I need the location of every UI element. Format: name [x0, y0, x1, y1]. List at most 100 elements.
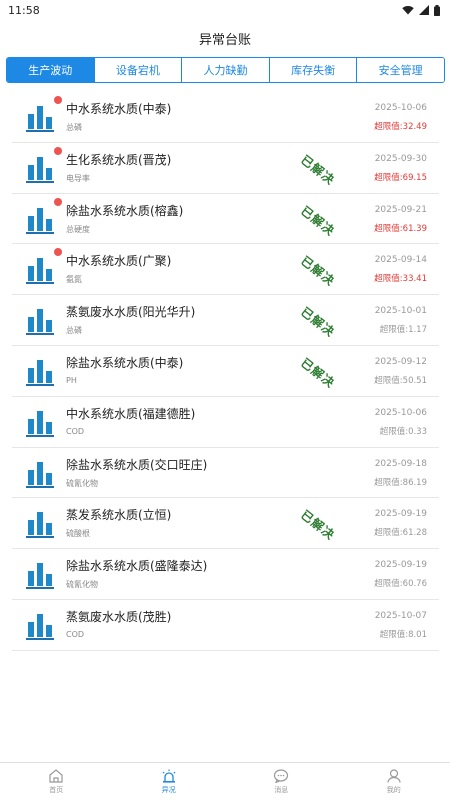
item-parameter: 总磷: [66, 123, 82, 132]
item-limit-value: 超限值:61.28: [374, 528, 427, 539]
page-title: 异常台账: [198, 32, 251, 48]
list-item[interactable]: 中水系统水质(中泰) 总磷 2025-10-06 超限值:32.49: [12, 92, 439, 143]
item-date: 2025-10-06: [374, 407, 427, 418]
nav-alarm[interactable]: 异况: [113, 763, 226, 800]
list-item[interactable]: 蒸氨废水水质(茂胜) COD 2025-10-07 超限值:8.01: [12, 600, 439, 651]
wifi-icon: [402, 6, 414, 15]
tab-production-fluctuation[interactable]: 生产波动: [7, 58, 94, 82]
nav-label: 首页: [49, 785, 64, 794]
resolved-stamp: 已解决: [298, 355, 338, 391]
tab-labor-absence[interactable]: 人力缺勤: [181, 58, 269, 82]
anomaly-list: 中水系统水质(中泰) 总磷 2025-10-06 超限值:32.49 生化系统水质(晋茂…: [12, 92, 439, 651]
home-icon: [48, 768, 64, 783]
item-date: 2025-09-18: [374, 458, 427, 469]
unread-dot: [54, 248, 62, 257]
resolved-stamp: 已解决: [298, 203, 338, 239]
item-parameter: 硫酸根: [66, 529, 90, 539]
item-date: 2025-09-14: [374, 255, 427, 266]
list-item[interactable]: 中水系统水质(福建德胜) COD 2025-10-06 超限值:0.33: [12, 397, 439, 448]
item-parameter: 电导率: [66, 173, 90, 183]
bar-chart-icon: [24, 506, 56, 539]
bar-chart-icon: [24, 354, 56, 386]
nav-label: 消息: [274, 785, 289, 794]
list-item[interactable]: 生化系统水质(晋茂) 电导率 已解决 2025-09-30 超限值:69.15: [12, 143, 439, 194]
resolved-stamp: 已解决: [298, 253, 338, 290]
nav-home[interactable]: 首页: [0, 763, 113, 800]
bar-chart-icon: [24, 608, 56, 640]
list-item[interactable]: 除盐水系统水质(榕鑫) 总硬度 已解决 2025-09-21 超限值:61.39: [12, 194, 439, 245]
bar-chart-icon: [24, 151, 56, 183]
item-limit-value: 超限值:8.01: [379, 629, 427, 640]
item-date: 2025-09-19: [374, 509, 427, 520]
item-date: 2025-10-01: [374, 306, 427, 317]
nav-profile[interactable]: 我的: [338, 763, 450, 800]
item-parameter: COD: [66, 426, 85, 436]
alarm-icon: [161, 769, 177, 783]
item-title: 中水系统水质(广聚): [66, 254, 172, 269]
item-parameter: 硫氰化物: [66, 478, 98, 488]
status-icons: [402, 4, 440, 16]
list-item[interactable]: 蒸发系统水质(立恒) 硫酸根 已解决 2025-09-19 超限值:61.28: [12, 498, 439, 550]
item-parameter: 氨氮: [66, 275, 82, 285]
list-item[interactable]: 除盐水系统水质(盛隆泰达) 硫氰化物 2025-09-19 超限值:60.76: [12, 549, 439, 600]
unread-dot: [54, 197, 62, 206]
item-parameter: COD: [66, 629, 85, 639]
item-title: 蒸氨废水水质(阳光华升): [66, 305, 196, 320]
item-limit-value: 超限值:1.17: [379, 325, 427, 336]
resolved-stamp: 已解决: [298, 507, 338, 544]
item-title: 蒸发系统水质(立恒): [66, 508, 172, 523]
item-limit-value: 超限值:60.76: [374, 579, 427, 590]
item-limit-value: 超限值:69.15: [374, 172, 427, 183]
battery-icon: [434, 4, 440, 16]
bar-chart-icon: [24, 202, 56, 234]
bar-chart-icon: [24, 557, 56, 590]
item-parameter: 硫氰化物: [66, 580, 98, 590]
bar-chart-icon: [24, 456, 56, 488]
message-icon: [273, 768, 289, 783]
item-parameter: 总硬度: [66, 224, 90, 234]
item-date: 2025-10-06: [374, 103, 427, 113]
profile-icon: [386, 768, 402, 783]
item-limit-value: 超限值:61.39: [374, 223, 427, 234]
item-title: 中水系统水质(中泰): [66, 102, 172, 116]
list-item[interactable]: 除盐水系统水质(交口旺庄) 硫氰化物 2025-09-18 超限值:86.19: [12, 448, 439, 499]
resolved-stamp: 已解决: [298, 152, 338, 188]
bar-chart-icon: [24, 303, 56, 336]
resolved-stamp: 已解决: [298, 304, 338, 340]
list-item[interactable]: 中水系统水质(广聚) 氨氮 已解决 2025-09-14 超限值:33.41: [12, 244, 439, 296]
bottom-nav: 首页 异况 消息 我的: [0, 762, 450, 800]
tab-equipment-downtime[interactable]: 设备宕机: [93, 58, 182, 82]
item-limit-value: 超限值:50.51: [374, 375, 427, 386]
item-limit-value: 超限值:32.49: [374, 122, 427, 132]
item-date: 2025-09-19: [374, 560, 427, 571]
category-tabs: 生产波动 设备宕机 人力缺勤 库存失衡 安全管理: [6, 57, 445, 83]
item-title: 中水系统水质(福建德胜): [66, 406, 196, 421]
bar-chart-icon: [24, 252, 56, 285]
list-item[interactable]: 除盐水系统水质(中泰) PH 已解决 2025-09-12 超限值:50.51: [12, 346, 439, 397]
item-limit-value: 超限值:86.19: [374, 477, 427, 488]
item-date: 2025-09-12: [374, 356, 427, 367]
item-date: 2025-09-21: [374, 204, 427, 215]
bar-chart-icon: [24, 100, 56, 132]
list-item[interactable]: 蒸氨废水水质(阳光华升) 总磷 已解决 2025-10-01 超限值:1.17: [12, 295, 439, 346]
unread-dot: [54, 96, 62, 104]
unread-dot: [54, 146, 62, 155]
tab-inventory-imbalance[interactable]: 库存失衡: [268, 58, 357, 82]
item-parameter: 总磷: [66, 326, 82, 336]
status-time: 11:58: [8, 3, 40, 17]
bar-chart-icon: [24, 405, 56, 437]
signal-icon: [419, 5, 429, 15]
item-date: 2025-10-07: [374, 610, 427, 621]
item-date: 2025-09-30: [374, 153, 427, 164]
item-title: 生化系统水质(晋茂): [66, 152, 172, 167]
item-limit-value: 超限值:0.33: [379, 426, 427, 437]
tab-safety-management[interactable]: 安全管理: [356, 58, 444, 82]
item-title: 除盐水系统水质(中泰): [66, 355, 184, 370]
item-title: 蒸氨废水水质(茂胜): [66, 609, 172, 624]
item-title: 除盐水系统水质(交口旺庄): [66, 457, 208, 472]
item-limit-value: 超限值:33.41: [374, 274, 427, 285]
nav-label: 异况: [161, 785, 176, 794]
nav-messages[interactable]: 消息: [225, 763, 338, 800]
item-title: 除盐水系统水质(榕鑫): [66, 203, 184, 218]
nav-label: 我的: [386, 785, 401, 794]
